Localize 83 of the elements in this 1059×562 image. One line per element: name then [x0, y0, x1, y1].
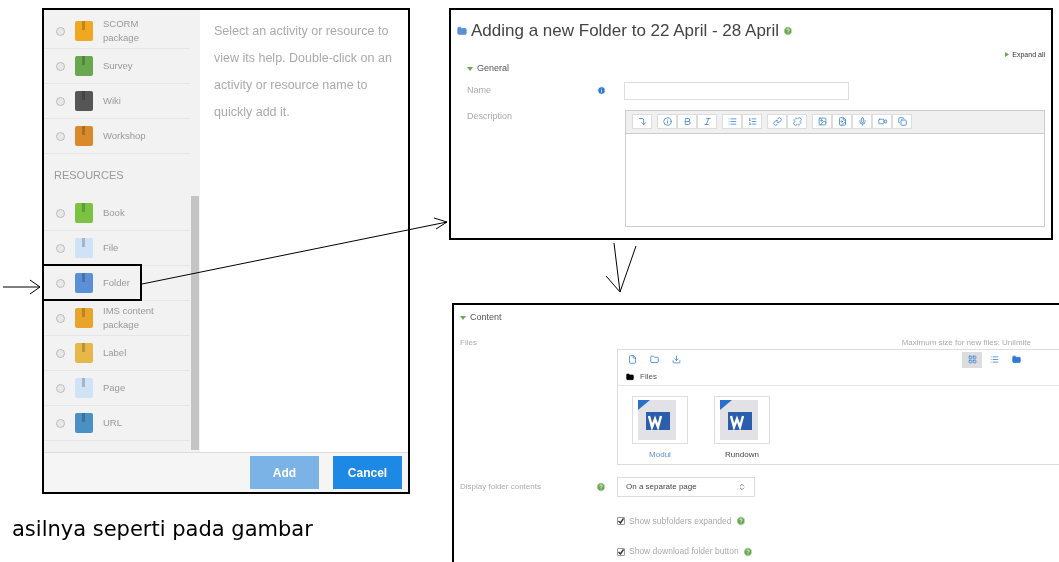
radio-button[interactable] [56, 243, 65, 253]
page-title: Adding a new Folder to 22 April - 28 April [471, 20, 780, 42]
cancel-button[interactable]: Cancel [333, 456, 402, 489]
display-select[interactable]: On a separate page [617, 476, 755, 497]
help-icon[interactable] [735, 515, 746, 526]
microphone-icon[interactable] [852, 114, 872, 129]
name-input[interactable] [624, 81, 849, 100]
caret-icon [467, 66, 473, 71]
copy-icon[interactable] [892, 114, 912, 129]
word-document-icon[interactable] [714, 395, 770, 444]
caret-icon [1005, 51, 1010, 57]
radio-button[interactable] [56, 383, 65, 393]
media-icon[interactable] [832, 114, 852, 129]
radio-button[interactable] [56, 61, 65, 71]
radio-button[interactable] [56, 208, 65, 218]
image-icon[interactable] [812, 114, 832, 129]
max-size-text: Maximum size for new files: Unlimite [901, 336, 1031, 347]
info-icon[interactable] [657, 114, 677, 129]
numbered-list-icon[interactable] [742, 114, 762, 129]
activity-option[interactable]: Folder [44, 266, 190, 301]
section-heading: RESOURCES [54, 167, 124, 183]
help-icon[interactable] [783, 25, 794, 36]
scrollbar-thumb[interactable] [191, 196, 199, 450]
activity-label: URL [103, 416, 123, 430]
caret-icon [460, 315, 466, 320]
activity-option[interactable]: Workshop [44, 119, 190, 154]
checkbox-label: Show download folder button [629, 545, 739, 558]
italic-icon[interactable] [697, 114, 717, 129]
package-icon [73, 19, 95, 43]
radio-button[interactable] [56, 96, 65, 106]
activity-label: Survey [103, 59, 134, 73]
section-toggle[interactable]: General [477, 62, 510, 76]
activity-option[interactable]: File [44, 231, 190, 266]
activity-option[interactable]: Survey [44, 49, 190, 84]
activity-option[interactable]: Label [44, 336, 190, 371]
activity-option[interactable]: URL [44, 406, 190, 441]
activity-option[interactable]: IMS content package [44, 301, 190, 336]
help-text: Select an activity or resource to view its help. Double-click on an activity or resource name to quickly add it. [214, 23, 393, 121]
grid-view-icon[interactable] [962, 351, 982, 368]
bullet-list-icon[interactable] [722, 114, 742, 129]
video-icon[interactable] [872, 114, 892, 129]
field-label: Display folder contents [460, 480, 542, 493]
activity-option[interactable]: Wiki [44, 84, 190, 119]
activity-label: SCORM package [103, 17, 140, 45]
activity-label: Wiki [103, 94, 122, 108]
help-icon[interactable] [742, 546, 753, 557]
activity-label: Workshop [103, 129, 147, 143]
word-document-icon[interactable] [632, 395, 688, 444]
caption-text: asilnya seperti pada gambar [12, 517, 313, 541]
breadcrumb[interactable]: Files [640, 371, 657, 383]
activity-option[interactable]: Page [44, 371, 190, 406]
radio-button[interactable] [56, 26, 65, 36]
activity-option[interactable]: SCORM package [44, 14, 190, 49]
bold-icon[interactable] [677, 114, 697, 129]
field-label: Name [467, 83, 492, 97]
link-icon[interactable] [767, 114, 787, 129]
section-toggle[interactable]: Content [470, 311, 502, 325]
activity-label: Label [103, 346, 128, 360]
text-editor[interactable] [625, 109, 1045, 227]
activity-label: IMS content package [103, 304, 155, 332]
radio-button[interactable] [56, 131, 65, 141]
paragraph-icon[interactable] [632, 114, 652, 129]
activity-label: Book [103, 206, 126, 220]
checkbox[interactable] [617, 516, 625, 525]
pointer-arrow [605, 242, 637, 293]
checkbox[interactable] [617, 547, 625, 556]
radio-button[interactable] [56, 278, 65, 288]
unlink-icon[interactable] [787, 114, 807, 129]
field-label: Description [467, 109, 514, 123]
pointer-arrow [2, 279, 41, 295]
activity-label: Page [103, 381, 127, 395]
activity-label: Folder [103, 276, 131, 290]
checkbox-label: Show subfolders expanded [629, 514, 732, 528]
radio-button[interactable] [56, 418, 65, 428]
help-icon[interactable] [596, 481, 606, 492]
field-label: Files [460, 336, 478, 349]
activity-option[interactable]: Book [44, 196, 190, 231]
file-name[interactable]: Modul [649, 448, 671, 461]
file-name[interactable]: Rundown [725, 448, 759, 461]
select-arrows-icon [738, 482, 746, 491]
activity-label: File [103, 241, 120, 255]
radio-button[interactable] [56, 348, 65, 358]
radio-button[interactable] [56, 313, 65, 323]
